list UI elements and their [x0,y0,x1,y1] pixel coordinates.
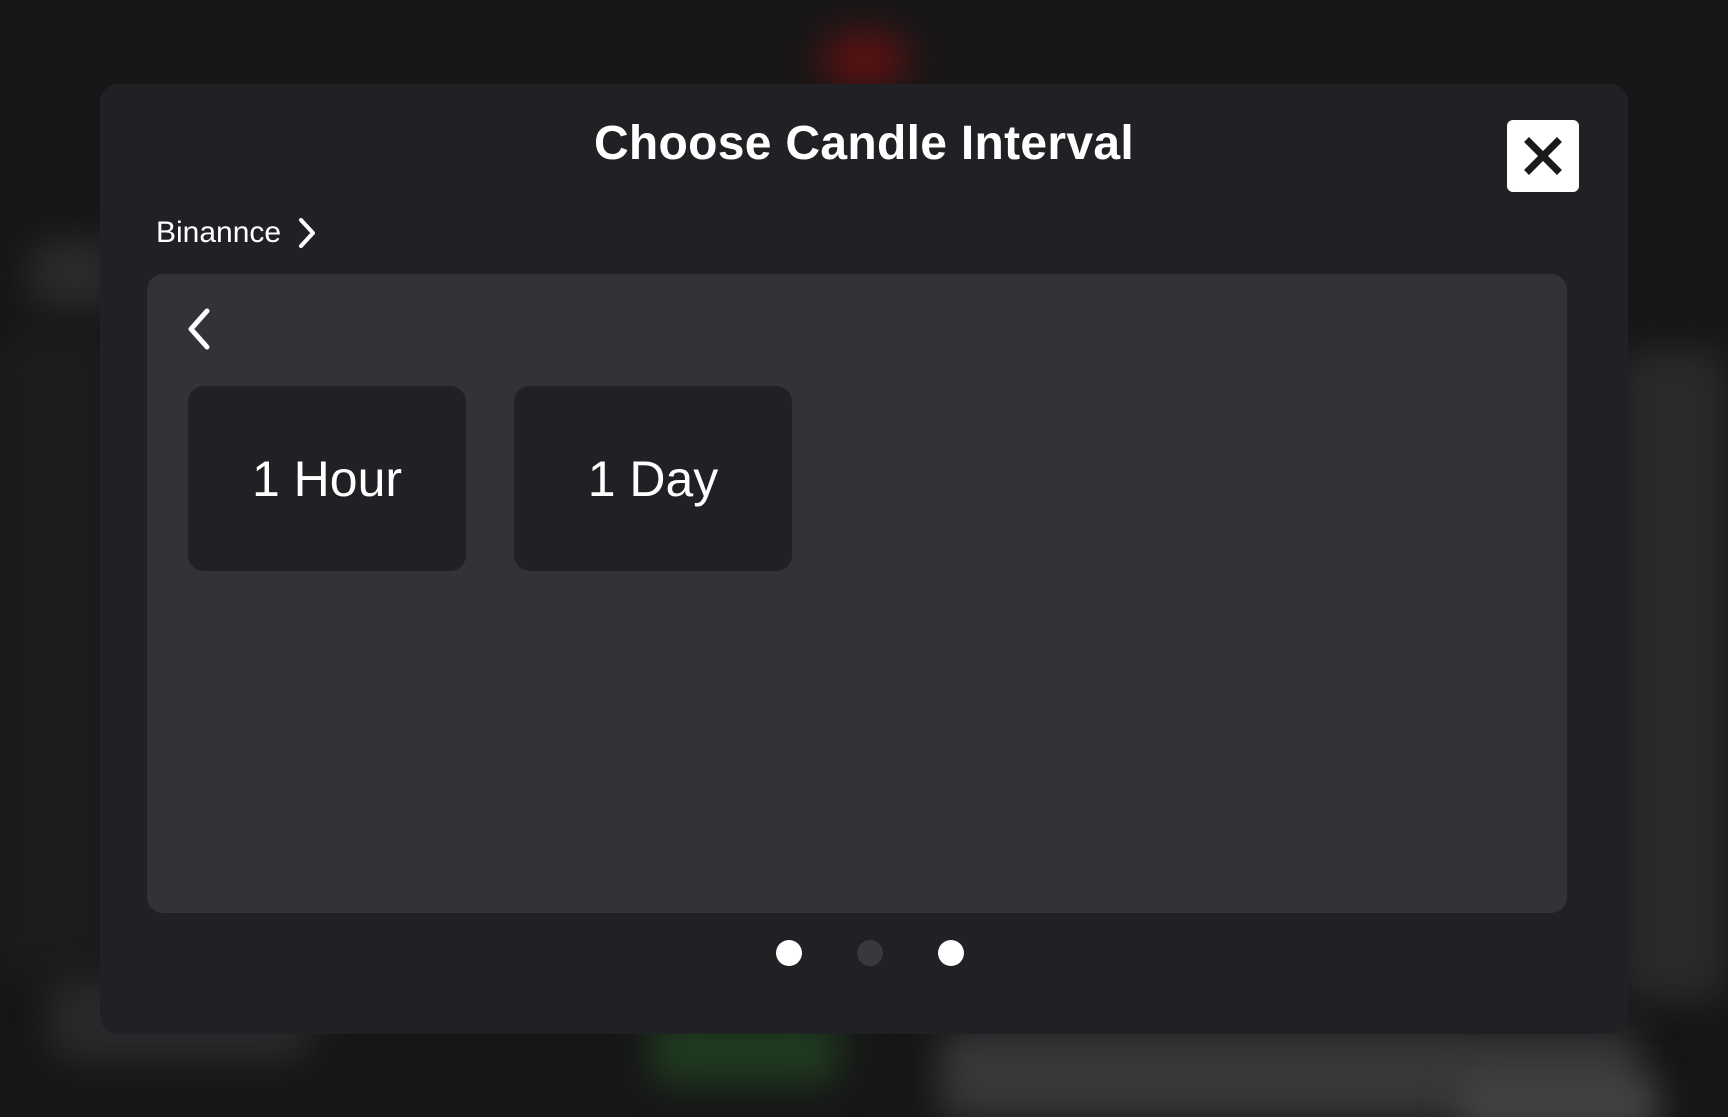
chevron-right-icon [299,218,316,248]
interval-panel: 1 Hour 1 Day [147,274,1567,913]
close-icon [1524,137,1562,175]
background-blur-shape [0,330,110,980]
back-button[interactable] [177,304,221,354]
pagination-dot-3[interactable] [938,940,964,966]
breadcrumb-label: Binannce [156,216,282,249]
interval-option-1-hour[interactable]: 1 Hour [188,386,466,571]
interval-option-label: 1 Day [587,450,719,507]
background-blur-shape [820,30,910,90]
pagination-dot-2[interactable] [857,940,883,966]
breadcrumb-exchange[interactable]: Binannce [156,210,317,256]
pagination-dots [100,940,1628,966]
pagination-dot-1[interactable] [776,940,802,966]
candle-interval-modal: Choose Candle Interval Binannce 1 Hour 1… [100,84,1628,1034]
background-blur-shape [1460,1080,1660,1117]
interval-option-1-day[interactable]: 1 Day [514,386,792,571]
interval-option-label: 1 Hour [251,450,403,507]
close-button[interactable] [1507,120,1579,192]
background-blur-shape [1620,350,1728,1000]
modal-title: Choose Candle Interval [593,117,1135,170]
chevron-left-icon [188,308,210,350]
